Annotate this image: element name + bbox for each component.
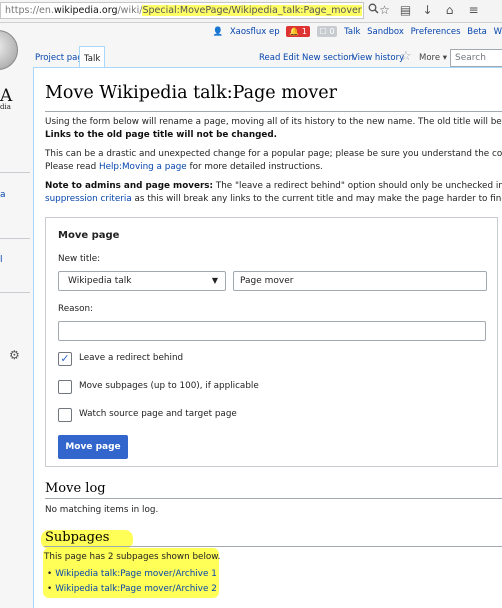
move-subpages-checkbox[interactable] <box>58 380 72 394</box>
leave-redirect-checkbox[interactable]: ✓ <box>58 352 72 366</box>
new-title-input[interactable]: Page mover <box>233 271 487 291</box>
watch-label: Watch source page and target page <box>79 409 237 419</box>
tab-talk[interactable]: Talk <box>79 46 106 69</box>
watchlist-link[interactable]: W <box>494 27 502 37</box>
download-icon[interactable]: ↓ <box>420 3 435 18</box>
beta-link[interactable]: Beta <box>467 27 487 37</box>
watch-checkbox[interactable] <box>58 408 72 422</box>
namespace-select[interactable]: Wikipedia talk ▼ <box>58 271 226 291</box>
intro-paragraph: Using the form below will rename a page,… <box>45 117 502 140</box>
move-log-text: No matching items in log. <box>45 505 159 515</box>
username-link[interactable]: Xaosflux ep <box>230 27 280 37</box>
chevron-down-icon: ▼ <box>211 276 218 285</box>
move-log-heading: Move log <box>45 481 106 496</box>
sidebar-divider <box>0 238 30 239</box>
subpages-text: This page has 2 subpages shown below. <box>44 552 221 562</box>
title-divider <box>45 111 502 112</box>
menu-icon[interactable]: ≡ <box>466 3 481 18</box>
preferences-link[interactable]: Preferences <box>411 27 461 37</box>
new-title-label: New title: <box>58 254 101 264</box>
subpage-link-1[interactable]: • Wikipedia talk:Page mover/Archive 1 <box>47 569 217 579</box>
leave-redirect-label: Leave a redirect behind <box>79 353 184 363</box>
home-icon[interactable]: ⌂ <box>442 3 457 18</box>
logo-tagline: dia <box>0 103 11 111</box>
url-domain: wikipedia.org <box>53 5 118 16</box>
sidebar-divider <box>0 292 30 293</box>
main-content: Move Wikipedia talk:Page mover Using the… <box>33 67 502 608</box>
suppression-criteria-link[interactable]: suppression criteria <box>45 194 132 204</box>
form-legend: Move page <box>58 230 120 241</box>
subpages-heading: Subpages <box>45 530 110 545</box>
section-divider <box>45 498 502 499</box>
subpage-link-2[interactable]: • Wikipedia talk:Page mover/Archive 2 <box>47 584 217 594</box>
more-menu[interactable]: More ▾ <box>415 46 451 68</box>
browser-toolbar: https://en.wikipedia.org/wiki/Special:Mo… <box>0 0 502 23</box>
watch-star-icon[interactable]: ☆ <box>396 46 416 68</box>
url-prefix: https://en. <box>5 5 54 16</box>
notices-badge[interactable]: ☐ 0 <box>316 26 338 37</box>
intro-bold-note: Links to the old page title will not be … <box>45 130 278 140</box>
alerts-badge[interactable]: 🔔 1 <box>286 26 310 37</box>
sidebar-divider <box>0 172 30 173</box>
reason-label: Reason: <box>58 304 94 314</box>
reason-input[interactable] <box>58 321 486 341</box>
move-subpages-label: Move subpages (up to 100), if applicable <box>79 381 259 391</box>
sidebar-link[interactable]: l <box>0 255 3 265</box>
personal-tools: 👤 Xaosflux ep 🔔 1 ☐ 0 Talk Sandbox Prefe… <box>209 26 502 39</box>
move-page-form: Move page New title: Wikipedia talk ▼ Pag… <box>45 217 498 467</box>
gear-icon[interactable]: ⚙ <box>9 348 20 362</box>
sandbox-link[interactable]: Sandbox <box>367 27 404 37</box>
talk-link[interactable]: Talk <box>344 27 360 37</box>
move-page-button[interactable]: Move page <box>58 435 128 459</box>
help-moving-link[interactable]: Help:Moving a page <box>99 162 187 172</box>
sidebar-link[interactable]: a <box>0 190 6 200</box>
page-title: Move Wikipedia talk:Page mover <box>45 83 337 103</box>
warning-paragraph: This can be a drastic and unexpected cha… <box>45 149 502 172</box>
address-bar[interactable]: https://en.wikipedia.org/wiki/Special:Mo… <box>0 2 364 19</box>
url-path-highlighted: Special:MovePage/Wikipedia_talk:Page_mov… <box>142 5 362 16</box>
wikipedia-logo[interactable] <box>0 30 18 70</box>
admin-note-paragraph: Note to admins and page movers: The "lea… <box>45 181 502 204</box>
user-icon: 👤 <box>212 26 224 37</box>
search-input[interactable]: Search <box>450 49 502 67</box>
url-path: /wiki/ <box>117 5 143 16</box>
section-divider <box>44 546 502 547</box>
library-icon[interactable]: ▤ <box>398 3 413 18</box>
star-icon[interactable]: ☆ <box>377 3 392 18</box>
